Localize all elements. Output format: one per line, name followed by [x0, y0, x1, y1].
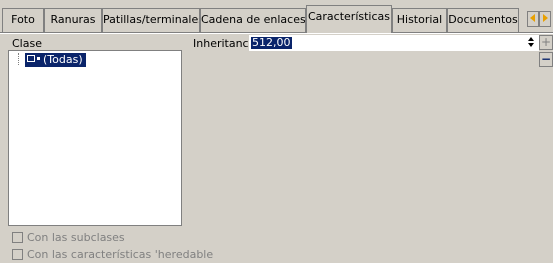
tree-item-todas[interactable]: (Todas)	[25, 53, 86, 67]
arrow-right-icon	[543, 14, 548, 22]
tab-bar: Foto Ranuras Patillas/terminales Cadena …	[0, 0, 553, 33]
inheritance-spinner[interactable]	[527, 36, 536, 49]
inheritance-field[interactable]: 512,00	[249, 35, 539, 51]
tab-scroll-right-button[interactable]	[539, 11, 551, 27]
arrow-left-icon	[530, 14, 535, 22]
checkbox-box[interactable]	[12, 249, 23, 260]
tab-foto[interactable]: Foto	[2, 8, 44, 32]
bullet-icon	[37, 57, 40, 60]
tab-divider-highlight	[0, 33, 553, 34]
tree-item-label: (Todas)	[43, 53, 83, 66]
inheritance-value: 512,00	[251, 36, 292, 49]
tab-caracteristicas[interactable]: Características	[306, 5, 392, 33]
tab-ranuras[interactable]: Ranuras	[44, 8, 102, 32]
checkbox-heredables-label: Con las características 'heredable	[27, 248, 214, 261]
checkbox-heredables[interactable]: Con las características 'heredable	[12, 248, 213, 262]
spin-up-icon[interactable]	[528, 37, 534, 41]
tab-scroll-left-button[interactable]	[527, 11, 539, 27]
tab-patillas-terminales[interactable]: Patillas/terminales	[102, 8, 200, 32]
spin-down-icon[interactable]	[528, 43, 534, 47]
add-button[interactable]: +	[539, 35, 553, 50]
checkbox-subclases[interactable]: Con las subclases	[12, 231, 125, 245]
tree-connector	[18, 53, 20, 65]
tab-documentos[interactable]: Documentos	[447, 8, 519, 32]
remove-button[interactable]: −	[539, 52, 553, 67]
expand-icon	[27, 55, 35, 62]
tab-cadena-de-enlaces[interactable]: Cadena de enlaces	[200, 8, 306, 32]
clase-label: Clase	[12, 37, 42, 50]
tab-historial[interactable]: Historial	[392, 8, 447, 32]
checkbox-box[interactable]	[12, 232, 23, 243]
class-tree[interactable]: (Todas)	[8, 50, 182, 226]
checkbox-subclases-label: Con las subclases	[27, 231, 125, 244]
